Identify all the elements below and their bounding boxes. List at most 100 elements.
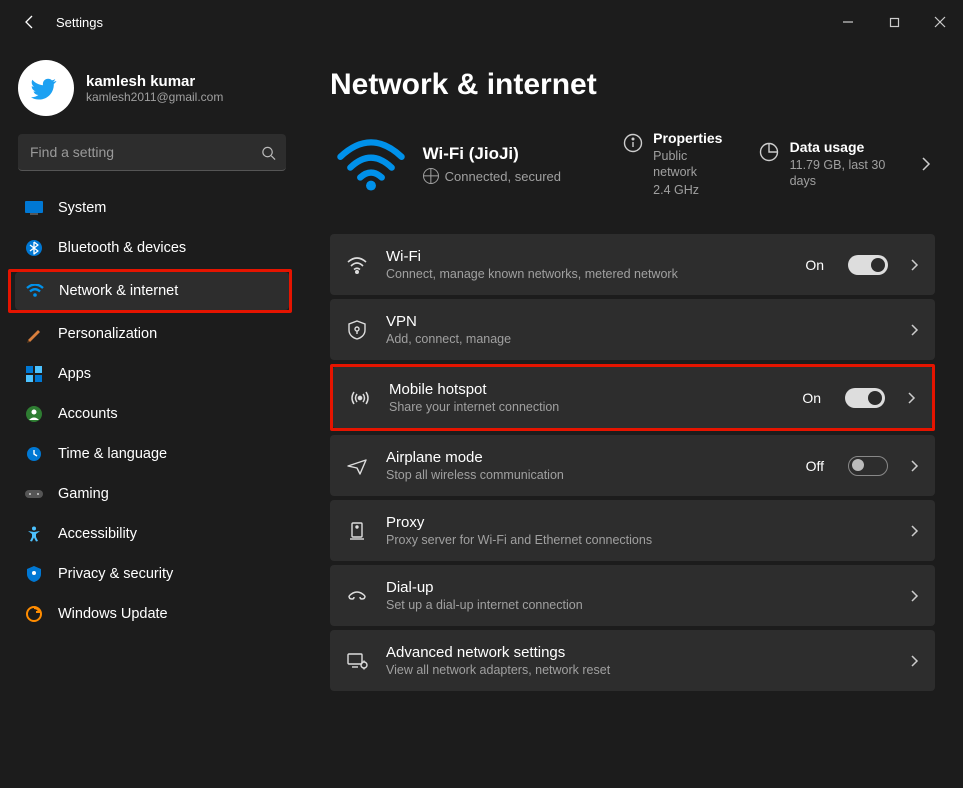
main-content: Network & internet Wi-Fi (JioJi) Connect… (300, 44, 963, 788)
nav-label: Time & language (58, 446, 167, 462)
chevron-right-icon (910, 258, 919, 272)
sidebar-item-apps[interactable]: Apps (14, 355, 292, 393)
privacy-icon (24, 564, 44, 584)
system-icon (24, 198, 44, 218)
close-button[interactable] (917, 0, 963, 44)
row-title: Dial-up (386, 579, 894, 596)
search-box[interactable] (18, 134, 286, 171)
accounts-icon (24, 404, 44, 424)
nav-label: Bluetooth & devices (58, 240, 186, 256)
row-title: Mobile hotspot (389, 381, 786, 398)
row-title: Wi-Fi (386, 248, 789, 265)
search-input[interactable] (18, 134, 286, 171)
nav-label: System (58, 200, 106, 216)
wifi-large-icon (330, 128, 413, 200)
nav: System Bluetooth & devices Network & int… (14, 189, 292, 633)
minimize-button[interactable] (825, 0, 871, 44)
titlebar: Settings (0, 0, 963, 44)
info-icon (623, 132, 644, 154)
properties-sub2: 2.4 GHz (653, 182, 729, 198)
connection-banner: Wi-Fi (JioJi) Connected, secured Propert… (330, 128, 935, 200)
time-icon (24, 444, 44, 464)
chevron-right-icon (910, 589, 919, 603)
chevron-right-icon (910, 654, 919, 668)
nav-label: Accounts (58, 406, 118, 422)
highlight-sidebar: Network & internet (8, 269, 292, 313)
nav-label: Personalization (58, 326, 157, 342)
row-sub: Proxy server for Wi-Fi and Ethernet conn… (386, 533, 894, 547)
bluetooth-icon (24, 238, 44, 258)
sidebar-item-accounts[interactable]: Accounts (14, 395, 292, 433)
row-title: Airplane mode (386, 449, 790, 466)
advanced-icon (344, 652, 370, 670)
row-sub: Share your internet connection (389, 400, 786, 414)
airplane-icon (344, 456, 370, 476)
back-button[interactable] (16, 14, 44, 30)
nav-label: Windows Update (58, 606, 168, 622)
proxy-icon (344, 521, 370, 541)
wifi-toggle[interactable] (848, 255, 888, 275)
sidebar-item-update[interactable]: Windows Update (14, 595, 292, 633)
globe-icon (423, 168, 439, 184)
sidebar-item-bluetooth[interactable]: Bluetooth & devices (14, 229, 292, 267)
chevron-right-icon (910, 524, 919, 538)
airplane-toggle[interactable] (848, 456, 888, 476)
row-sub: Set up a dial-up internet connection (386, 598, 894, 612)
profile-name: kamlesh kumar (86, 73, 223, 90)
chevron-right-icon (910, 459, 919, 473)
nav-label: Network & internet (59, 283, 178, 299)
settings-list: Wi-Fi Connect, manage known networks, me… (330, 234, 935, 691)
nav-label: Apps (58, 366, 91, 382)
profile-email: kamlesh2011@gmail.com (86, 90, 223, 104)
nav-label: Accessibility (58, 526, 137, 542)
row-sub: View all network adapters, network reset (386, 663, 894, 677)
wifi-icon (25, 281, 45, 301)
sidebar-item-accessibility[interactable]: Accessibility (14, 515, 292, 553)
sidebar-item-network[interactable]: Network & internet (15, 272, 289, 310)
nav-label: Privacy & security (58, 566, 173, 582)
hotspot-toggle[interactable] (845, 388, 885, 408)
data-usage-title: Data usage (790, 139, 907, 155)
sidebar-item-privacy[interactable]: Privacy & security (14, 555, 292, 593)
update-icon (24, 604, 44, 624)
sidebar-item-system[interactable]: System (14, 189, 292, 227)
profile-block[interactable]: kamlesh kumar kamlesh2011@gmail.com (14, 54, 292, 134)
row-vpn[interactable]: VPN Add, connect, manage (330, 299, 935, 360)
data-usage-block[interactable]: Data usage 11.79 GB, last 30 days (759, 139, 907, 190)
dialup-icon (344, 588, 370, 604)
banner-chevron[interactable] (917, 152, 935, 176)
chevron-right-icon (910, 323, 919, 337)
row-sub: Add, connect, manage (386, 332, 894, 346)
row-title: Advanced network settings (386, 644, 894, 661)
search-icon (261, 145, 276, 160)
sidebar: kamlesh kumar kamlesh2011@gmail.com Syst… (0, 44, 300, 788)
hotspot-icon (347, 388, 373, 408)
row-advanced[interactable]: Advanced network settings View all netwo… (330, 630, 935, 691)
wifi-icon (344, 256, 370, 274)
maximize-button[interactable] (871, 0, 917, 44)
wifi-state: On (805, 257, 824, 273)
sidebar-item-gaming[interactable]: Gaming (14, 475, 292, 513)
row-hotspot[interactable]: Mobile hotspot Share your internet conne… (333, 367, 932, 428)
row-wifi[interactable]: Wi-Fi Connect, manage known networks, me… (330, 234, 935, 295)
gaming-icon (24, 484, 44, 504)
row-proxy[interactable]: Proxy Proxy server for Wi-Fi and Etherne… (330, 500, 935, 561)
accessibility-icon (24, 524, 44, 544)
page-title: Network & internet (330, 68, 935, 102)
avatar (18, 60, 74, 116)
chevron-right-icon (907, 391, 916, 405)
hotspot-state: On (802, 390, 821, 406)
row-title: Proxy (386, 514, 894, 531)
sidebar-item-personalization[interactable]: Personalization (14, 315, 292, 353)
airplane-state: Off (806, 458, 824, 474)
vpn-icon (344, 320, 370, 340)
row-sub: Stop all wireless communication (386, 468, 790, 482)
row-airplane[interactable]: Airplane mode Stop all wireless communic… (330, 435, 935, 496)
highlight-hotspot: Mobile hotspot Share your internet conne… (330, 364, 935, 431)
apps-icon (24, 364, 44, 384)
connection-name: Wi-Fi (JioJi) (423, 144, 593, 164)
sidebar-item-time[interactable]: Time & language (14, 435, 292, 473)
data-usage-icon (759, 141, 780, 163)
row-dialup[interactable]: Dial-up Set up a dial-up internet connec… (330, 565, 935, 626)
properties-block[interactable]: Properties Public network 2.4 GHz (623, 130, 729, 199)
